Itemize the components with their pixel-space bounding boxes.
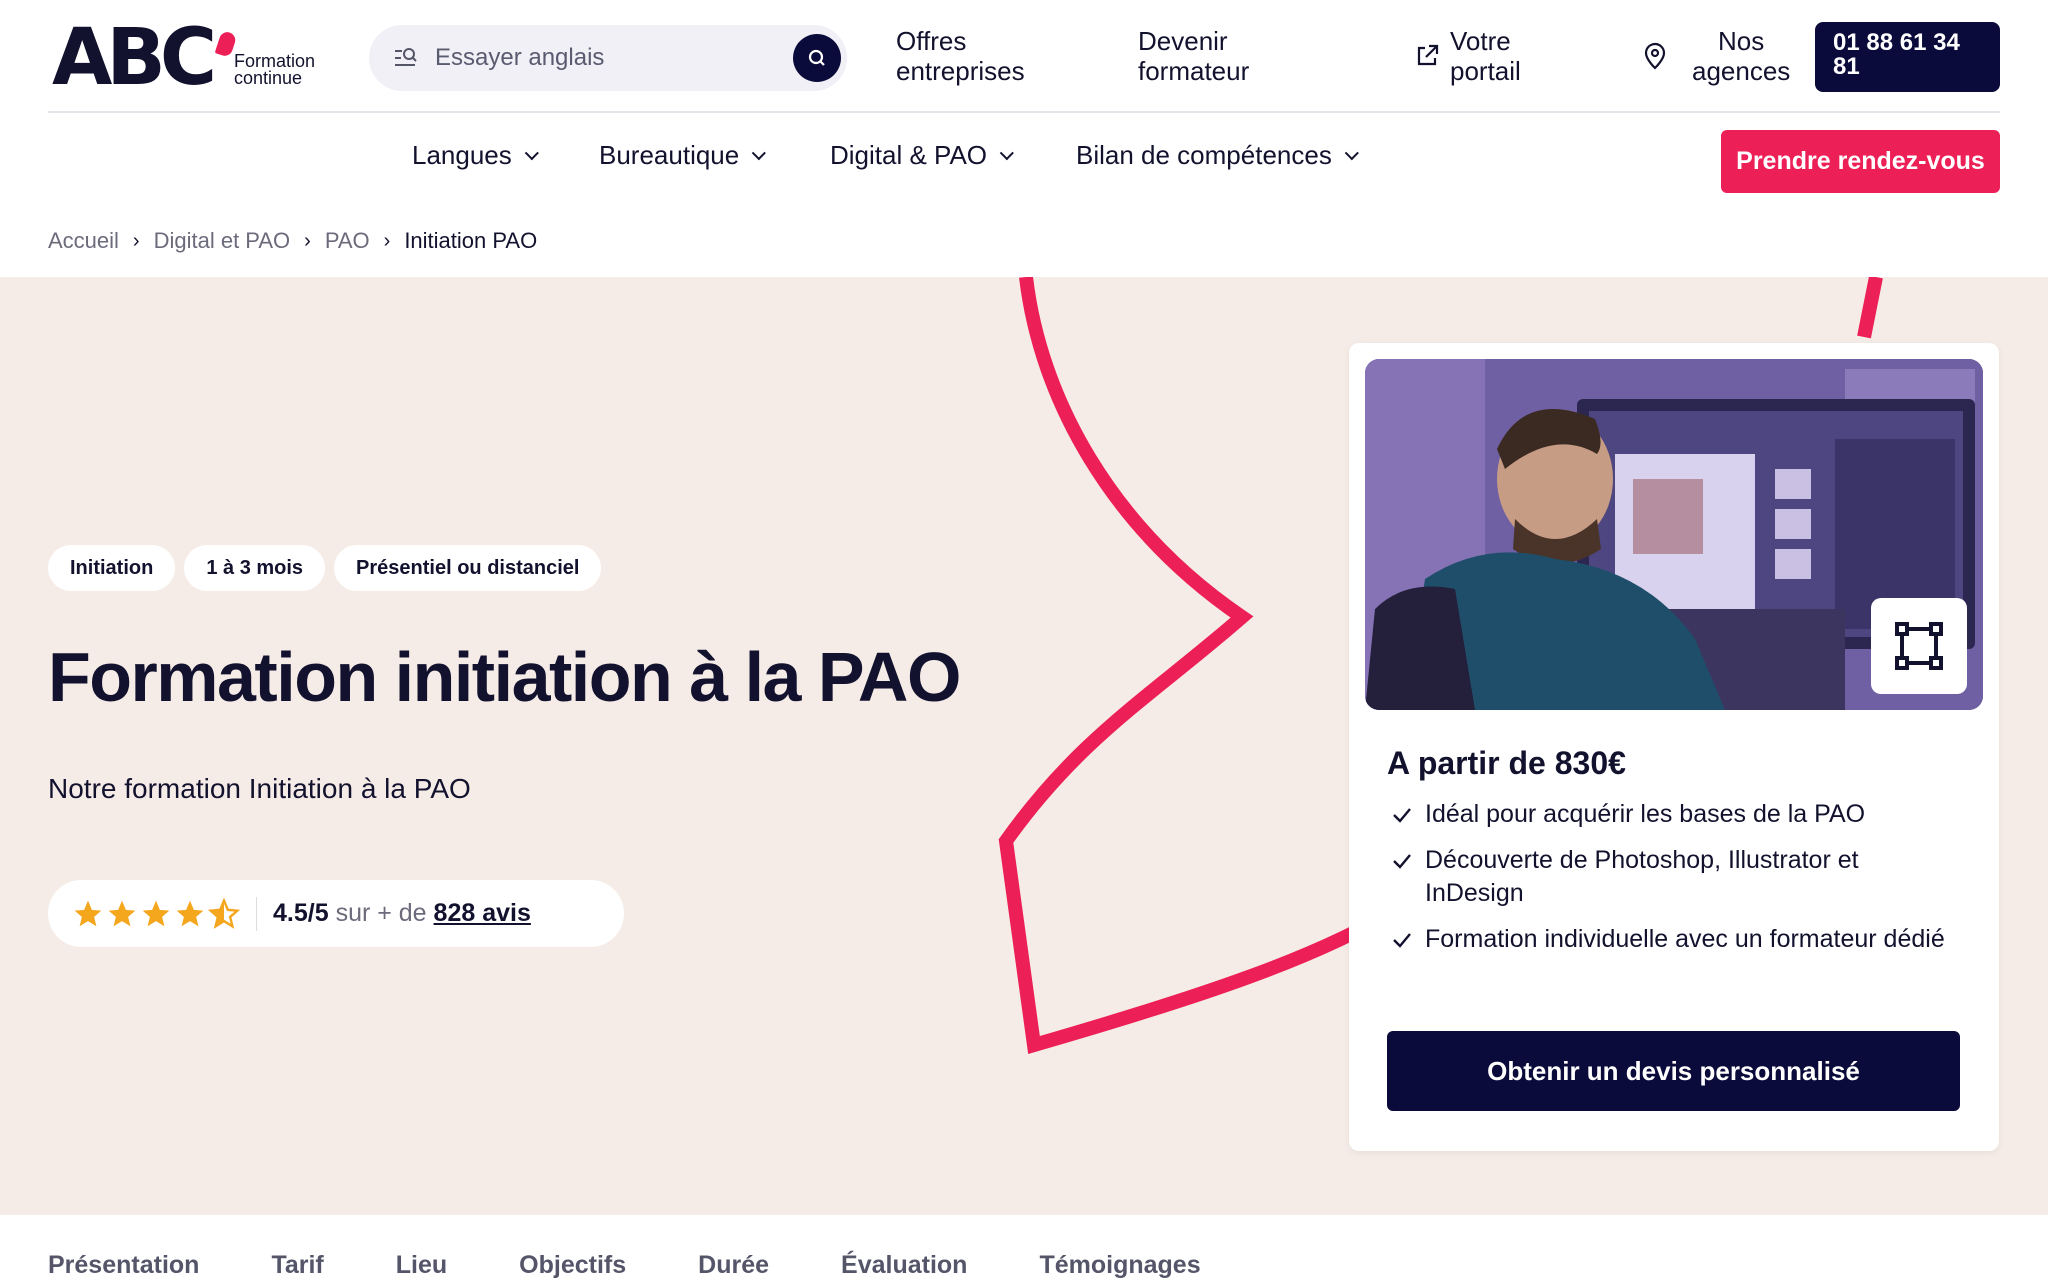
menu-item-bureautique[interactable]: Bureautique <box>599 140 767 171</box>
rating-summary: 4.5/5 sur + de 828 avis <box>273 899 531 928</box>
abc-logo[interactable]: ABC Formation continue <box>52 18 372 98</box>
obtenir-devis-button[interactable]: Obtenir un devis personnalisé <box>1387 1031 1960 1111</box>
star-full-icon <box>74 900 102 926</box>
page-subtitle: Notre formation Initiation à la PAO <box>48 773 471 804</box>
course-tags: Initiation 1 à 3 mois Présentiel ou dist… <box>48 545 602 591</box>
site-header: ABC Formation continue Offres entreprise… <box>48 0 2000 113</box>
pricing-card: A partir de 830€ Idéal pour acquérir les… <box>1349 343 1999 1151</box>
rating-score: 4.5/5 <box>273 899 329 927</box>
feature-item: Idéal pour acquérir les bases de la PAO <box>1387 798 1957 831</box>
breadcrumb: Accueil › Digital et PAO › PAO › Initiat… <box>48 228 537 254</box>
chevron-right-icon: › <box>304 229 311 252</box>
tag-format: Présentiel ou distanciel <box>334 545 602 591</box>
check-icon <box>1393 854 1411 869</box>
breadcrumb-pao[interactable]: PAO <box>325 228 370 254</box>
vector-transform-badge <box>1871 598 1967 694</box>
prendre-rendez-vous-button[interactable]: Prendre rendez-vous <box>1721 130 2000 193</box>
tag-level: Initiation <box>48 545 176 591</box>
rating-connector: sur + de <box>335 899 427 927</box>
vector-bounding-box-icon <box>1895 622 1943 670</box>
chevron-down-icon <box>751 145 767 160</box>
rating-widget: 4.5/5 sur + de 828 avis <box>48 880 624 947</box>
feature-item: Formation individuelle avec un formateur… <box>1387 923 1957 956</box>
breadcrumb-digital-pao[interactable]: Digital et PAO <box>154 228 291 254</box>
votre-portail-link[interactable]: Votre portail <box>1414 26 1521 86</box>
tab-duree[interactable]: Durée <box>698 1251 769 1280</box>
logo-wordmark: ABC <box>52 13 217 103</box>
chevron-right-icon: › <box>383 229 391 252</box>
search-filter-icon <box>395 48 417 66</box>
breadcrumb-current: Initiation PAO <box>404 228 538 253</box>
star-rating <box>72 897 240 930</box>
course-image <box>1365 359 1983 710</box>
phone-button[interactable]: 01 88 61 34 81 <box>1815 22 2000 92</box>
divider <box>256 896 257 931</box>
star-half-icon <box>208 897 240 929</box>
page-title: Formation initiation à la PAO <box>48 638 961 716</box>
chevron-down-icon <box>524 145 539 160</box>
star-full-icon <box>142 900 170 926</box>
breadcrumb-accueil[interactable]: Accueil <box>48 228 119 254</box>
star-full-icon <box>108 900 136 926</box>
tag-duration: 1 à 3 mois <box>184 545 326 591</box>
tab-evaluation[interactable]: Évaluation <box>841 1251 967 1280</box>
chevron-down-icon <box>1344 145 1359 160</box>
search-input[interactable] <box>435 39 755 77</box>
menu-item-langues[interactable]: Langues <box>412 140 539 171</box>
chevron-right-icon: › <box>132 229 140 252</box>
tab-tarif[interactable]: Tarif <box>271 1251 323 1280</box>
check-icon <box>1393 933 1411 948</box>
reviews-link[interactable]: 828 avis <box>434 899 531 927</box>
map-pin-icon <box>1644 42 1666 70</box>
star-full-icon <box>176 900 204 926</box>
menu-item-digital-pao[interactable]: Digital & PAO <box>830 140 1014 171</box>
tab-temoignages[interactable]: Témoignages <box>1039 1251 1200 1280</box>
tab-lieu[interactable]: Lieu <box>396 1251 447 1280</box>
search-icon <box>808 49 825 66</box>
logo-subtitle: Formation continue <box>234 51 316 88</box>
external-link-icon <box>1417 44 1439 66</box>
chevron-down-icon <box>999 145 1014 160</box>
hero-section: Initiation 1 à 3 mois Présentiel ou dist… <box>0 277 2048 1215</box>
devenir-formateur-link[interactable]: Devenir formateur <box>1138 26 1249 86</box>
feature-list: Idéal pour acquérir les bases de la PAO … <box>1387 798 1957 969</box>
price-label: A partir de 830€ <box>1387 745 1626 781</box>
search-button[interactable] <box>793 34 841 82</box>
tab-objectifs[interactable]: Objectifs <box>519 1251 626 1280</box>
search-bar <box>369 25 847 91</box>
check-icon <box>1393 808 1411 823</box>
feature-item: Découverte de Photoshop, Illustrator et … <box>1387 844 1957 910</box>
menu-item-bilan[interactable]: Bilan de compétences <box>1076 140 1359 171</box>
nos-agences-link[interactable]: Nos agences <box>1642 26 1790 86</box>
offres-entreprises-link[interactable]: Offres entreprises <box>896 26 1025 86</box>
section-tabs: Présentation Tarif Lieu Objectifs Durée … <box>48 1251 1273 1280</box>
tab-presentation[interactable]: Présentation <box>48 1251 199 1280</box>
